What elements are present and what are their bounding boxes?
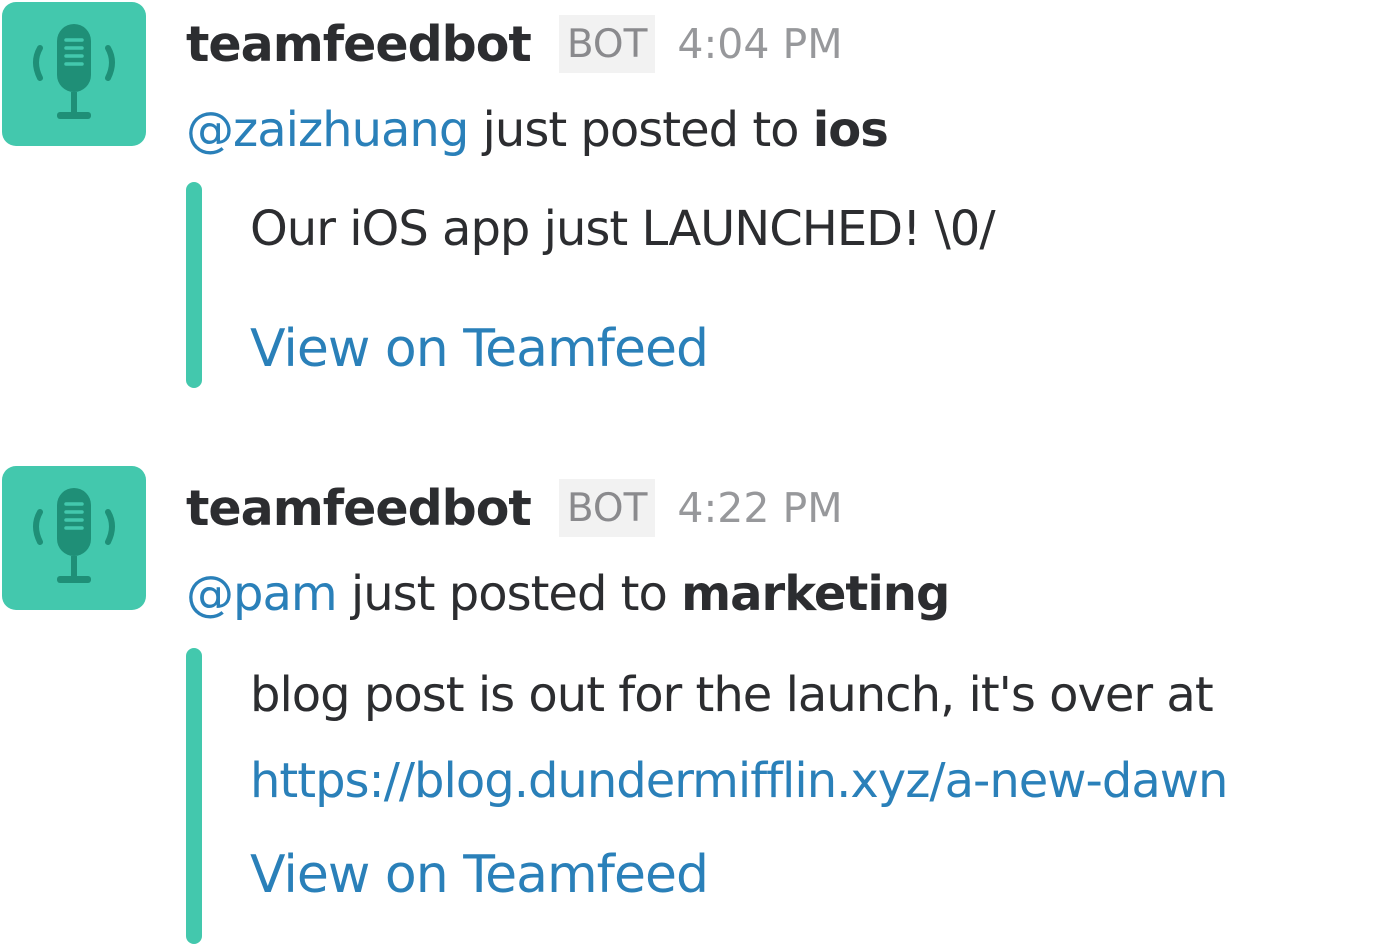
- view-on-teamfeed-link[interactable]: View on Teamfeed: [250, 842, 1227, 908]
- timestamp[interactable]: 4:22 PM: [677, 484, 842, 532]
- message-summary: @zaizhuang just posted to ios: [186, 98, 889, 162]
- bot-badge: BOT: [558, 479, 656, 537]
- message-summary: @pam just posted to marketing: [186, 562, 950, 626]
- attachment-body: Our iOS app just LAUNCHED! \0/ View on T…: [250, 196, 995, 382]
- view-on-teamfeed-link[interactable]: View on Teamfeed: [250, 316, 995, 382]
- microphone-icon: [33, 24, 115, 119]
- summary-text: just posted to: [468, 102, 813, 158]
- bot-avatar[interactable]: [2, 466, 146, 610]
- channel-name: ios: [812, 102, 889, 158]
- username[interactable]: teamfeedbot: [186, 16, 532, 73]
- message-header: teamfeedbot BOT 4:04 PM: [186, 12, 843, 76]
- attachment: Our iOS app just LAUNCHED! \0/ View on T…: [186, 182, 1372, 388]
- summary-text: just posted to: [336, 566, 682, 622]
- attachment-text: blog post is out for the launch, it's ov…: [250, 667, 1214, 723]
- user-mention-link[interactable]: @zaizhuang: [186, 102, 469, 158]
- timestamp[interactable]: 4:04 PM: [677, 20, 842, 68]
- message-header: teamfeedbot BOT 4:22 PM: [186, 476, 843, 540]
- attachment: blog post is out for the launch, it's ov…: [186, 648, 1372, 944]
- attachment-text: Our iOS app just LAUNCHED! \0/: [250, 201, 995, 257]
- channel-name: marketing: [681, 566, 950, 622]
- username[interactable]: teamfeedbot: [186, 480, 532, 537]
- bot-avatar[interactable]: [2, 2, 146, 146]
- attachment-body: blog post is out for the launch, it's ov…: [250, 662, 1228, 908]
- attachment-accent-bar: [186, 648, 202, 944]
- blog-post-link[interactable]: https://blog.dundermifflin.xyz/a-new-daw…: [250, 748, 1228, 814]
- user-mention-link[interactable]: @pam: [186, 566, 338, 622]
- attachment-accent-bar: [186, 182, 202, 388]
- bot-badge: BOT: [558, 15, 656, 73]
- microphone-icon: [33, 488, 115, 583]
